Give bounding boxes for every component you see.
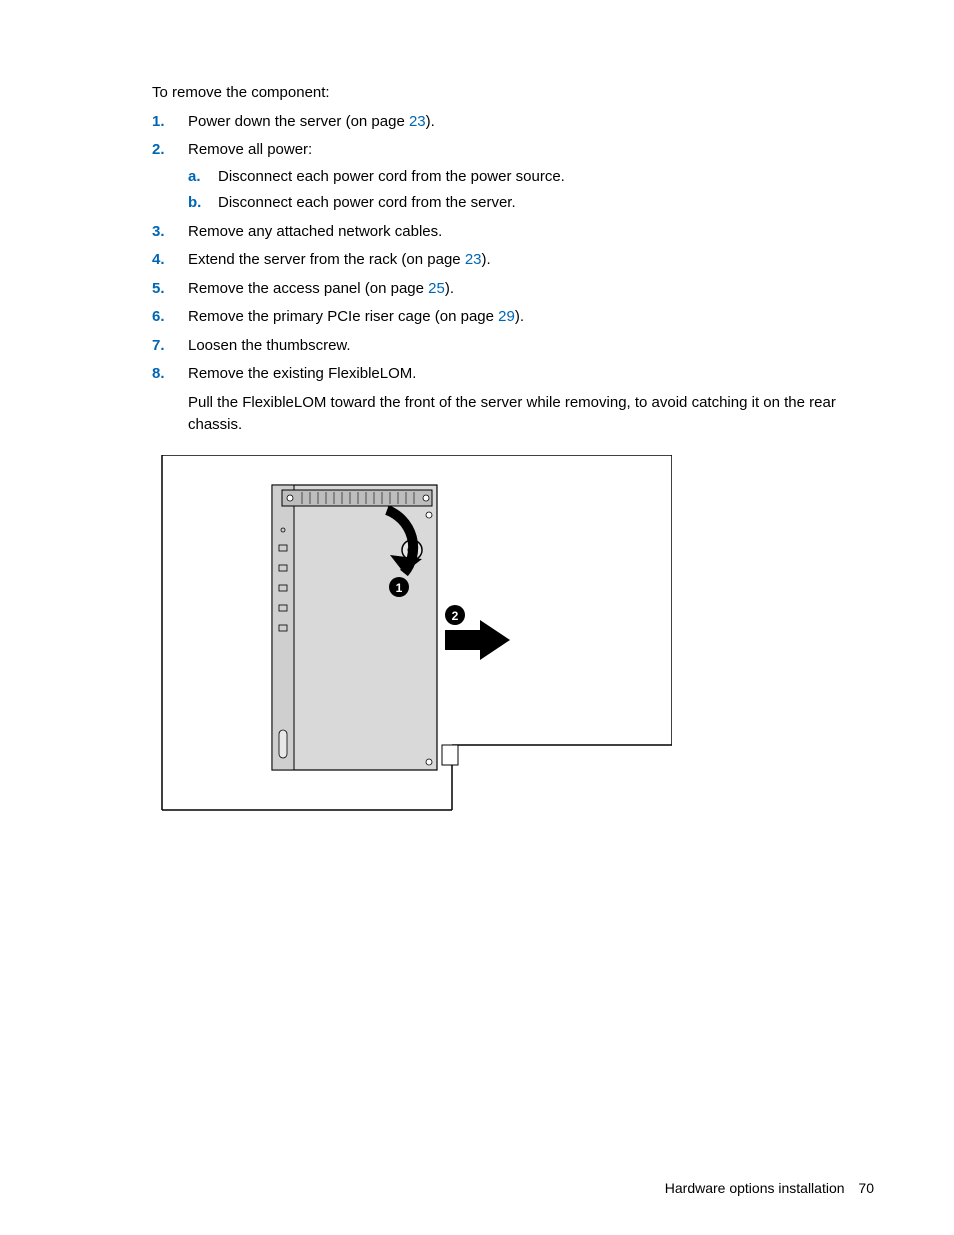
step-item: 8. Remove the existing FlexibleLOM. Pull… [152, 363, 874, 437]
page-footer: Hardware options installation 70 [665, 1178, 874, 1199]
step-item: 2. Remove all power: a. Disconnect each … [152, 139, 874, 215]
callout-label-1: 1 [396, 581, 403, 595]
step-number: 6. [152, 306, 188, 329]
step-text: Remove the primary PCIe riser cage (on p… [188, 308, 498, 325]
step-text: Remove any attached network cables. [188, 223, 442, 240]
step-item: 3. Remove any attached network cables. [152, 221, 874, 244]
step-body: Remove any attached network cables. [188, 221, 874, 244]
step-body: Power down the server (on page 23). [188, 111, 874, 134]
step-item: 1. Power down the server (on page 23). [152, 111, 874, 134]
step-number: 1. [152, 111, 188, 134]
step-number: 8. [152, 363, 188, 386]
sub-step-number: b. [188, 192, 218, 215]
step-number: 2. [152, 139, 188, 162]
step-body: Remove all power: a. Disconnect each pow… [188, 139, 874, 215]
step-body: Extend the server from the rack (on page… [188, 249, 874, 272]
step-item: 5. Remove the access panel (on page 25). [152, 278, 874, 301]
step-body: Remove the primary PCIe riser cage (on p… [188, 306, 874, 329]
diagram-svg: 1 2 [152, 455, 672, 815]
sub-step-text: Disconnect each power cord from the serv… [218, 192, 516, 215]
step-text: Power down the server (on page [188, 113, 409, 130]
sub-step-item: b. Disconnect each power cord from the s… [188, 192, 874, 215]
step-text: ). [426, 113, 435, 130]
step-text: Remove the access panel (on page [188, 280, 428, 297]
step-text: Extend the server from the rack (on page [188, 251, 465, 268]
step-body: Loosen the thumbscrew. [188, 335, 874, 358]
callout-label-2: 2 [452, 609, 459, 623]
sub-step-list: a. Disconnect each power cord from the p… [188, 166, 874, 215]
sub-step-item: a. Disconnect each power cord from the p… [188, 166, 874, 189]
step-note: Pull the FlexibleLOM toward the front of… [188, 392, 874, 437]
sub-step-number: a. [188, 166, 218, 189]
footer-section: Hardware options installation [665, 1180, 845, 1196]
step-number: 3. [152, 221, 188, 244]
step-text: Remove all power: [188, 141, 312, 158]
step-number: 4. [152, 249, 188, 272]
page-link[interactable]: 23 [465, 251, 482, 268]
step-text: Loosen the thumbscrew. [188, 337, 351, 354]
step-number: 7. [152, 335, 188, 358]
document-page: To remove the component: 1. Power down t… [0, 0, 954, 1235]
step-body: Remove the access panel (on page 25). [188, 278, 874, 301]
sub-step-text: Disconnect each power cord from the powe… [218, 166, 565, 189]
removal-diagram: 1 2 [152, 455, 874, 815]
step-text: ). [445, 280, 454, 297]
page-link[interactable]: 29 [498, 308, 515, 325]
intro-text: To remove the component: [152, 82, 874, 105]
step-number: 5. [152, 278, 188, 301]
step-item: 4. Extend the server from the rack (on p… [152, 249, 874, 272]
step-text: ). [482, 251, 491, 268]
page-link[interactable]: 25 [428, 280, 445, 297]
step-text: Remove the existing FlexibleLOM. [188, 365, 416, 382]
step-text: ). [515, 308, 524, 325]
step-item: 6. Remove the primary PCIe riser cage (o… [152, 306, 874, 329]
step-item: 7. Loosen the thumbscrew. [152, 335, 874, 358]
page-link[interactable]: 23 [409, 113, 426, 130]
step-body: Remove the existing FlexibleLOM. Pull th… [188, 363, 874, 437]
step-list: 1. Power down the server (on page 23). 2… [152, 111, 874, 437]
footer-page-number: 70 [858, 1180, 874, 1196]
